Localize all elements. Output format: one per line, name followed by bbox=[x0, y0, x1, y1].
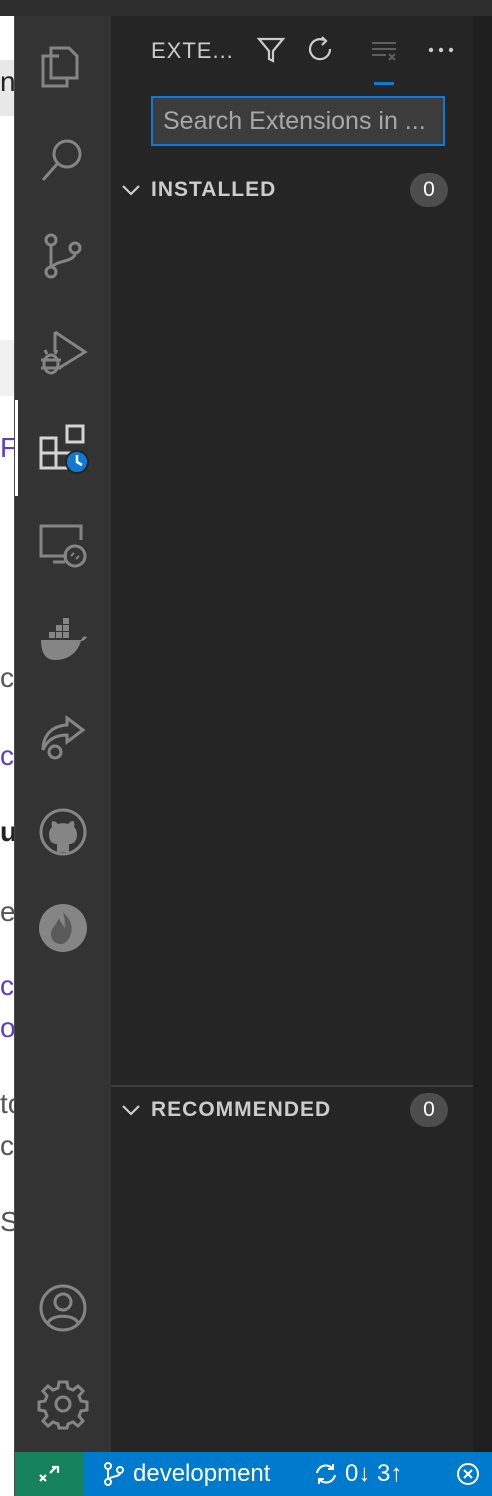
refresh-icon bbox=[308, 36, 332, 61]
activity-accounts[interactable] bbox=[15, 1260, 111, 1356]
active-action-indicator bbox=[374, 82, 394, 85]
background-titlebar bbox=[0, 0, 492, 16]
more-actions-icon bbox=[428, 47, 454, 53]
sync-counts: 0↓ 3↑ bbox=[345, 1460, 403, 1487]
activity-manage[interactable] bbox=[15, 1356, 111, 1452]
docker-icon bbox=[41, 618, 87, 660]
problems-indicator[interactable] bbox=[455, 1452, 481, 1496]
run-debug-icon bbox=[41, 330, 88, 375]
filter-button[interactable] bbox=[253, 32, 289, 68]
clear-extensions-button[interactable] bbox=[366, 32, 402, 68]
manage-gear-icon bbox=[37, 1380, 89, 1430]
section-label: RECOMMENDED bbox=[151, 1098, 332, 1121]
branch-name: development bbox=[133, 1460, 271, 1487]
chevron-down-icon bbox=[122, 1105, 140, 1116]
extensions-sidebar: EXTE... INSTALLED bbox=[111, 16, 473, 1452]
activity-run-debug[interactable] bbox=[15, 304, 111, 400]
error-icon bbox=[457, 1463, 479, 1485]
clear-extensions-input-icon bbox=[372, 42, 396, 61]
section-label: INSTALLED bbox=[151, 178, 277, 201]
search-icon bbox=[41, 139, 82, 181]
vscode-window: EXTE... INSTALLED bbox=[14, 16, 492, 1496]
remote-indicator-icon bbox=[39, 1465, 60, 1482]
section-divider bbox=[111, 1085, 473, 1087]
activity-firebase[interactable] bbox=[15, 880, 111, 976]
activity-search[interactable] bbox=[15, 112, 111, 208]
status-bar: development 0↓ 3↑ bbox=[15, 1452, 492, 1496]
activity-remote-explorer[interactable] bbox=[15, 496, 111, 592]
explorer-icon bbox=[41, 46, 79, 88]
remote-indicator[interactable] bbox=[15, 1452, 83, 1496]
firebase-icon bbox=[39, 904, 87, 952]
live-share-icon bbox=[41, 715, 86, 760]
refresh-button[interactable] bbox=[303, 32, 339, 68]
activity-extensions[interactable] bbox=[15, 400, 111, 496]
accounts-icon bbox=[39, 1284, 87, 1332]
sync-status[interactable]: 0↓ 3↑ bbox=[313, 1452, 402, 1496]
installed-section-header[interactable]: INSTALLED 0 bbox=[111, 168, 473, 212]
count-badge: 0 bbox=[410, 1093, 448, 1127]
extensions-icon bbox=[39, 424, 89, 474]
sidebar-title: EXTE... bbox=[151, 38, 234, 63]
count-badge: 0 bbox=[410, 173, 448, 207]
activity-source-control[interactable] bbox=[15, 208, 111, 304]
branch-indicator[interactable]: development bbox=[101, 1452, 270, 1496]
activity-github[interactable] bbox=[15, 784, 111, 880]
sync-icon bbox=[316, 1464, 336, 1484]
activity-docker[interactable] bbox=[15, 592, 111, 688]
git-branch-icon bbox=[104, 1462, 124, 1486]
activity-live-share[interactable] bbox=[15, 688, 111, 784]
chevron-down-icon bbox=[122, 185, 140, 196]
search-extensions-input[interactable] bbox=[151, 96, 445, 146]
recommended-section-header[interactable]: RECOMMENDED 0 bbox=[111, 1088, 473, 1132]
editor-edge bbox=[473, 16, 492, 1452]
remote-explorer-icon bbox=[39, 524, 87, 568]
source-control-icon bbox=[44, 233, 82, 279]
github-icon bbox=[39, 808, 87, 856]
activity-explorer[interactable] bbox=[15, 16, 111, 112]
more-actions-button[interactable] bbox=[423, 32, 459, 68]
activity-bar bbox=[15, 16, 111, 1452]
filter-icon bbox=[256, 37, 286, 63]
